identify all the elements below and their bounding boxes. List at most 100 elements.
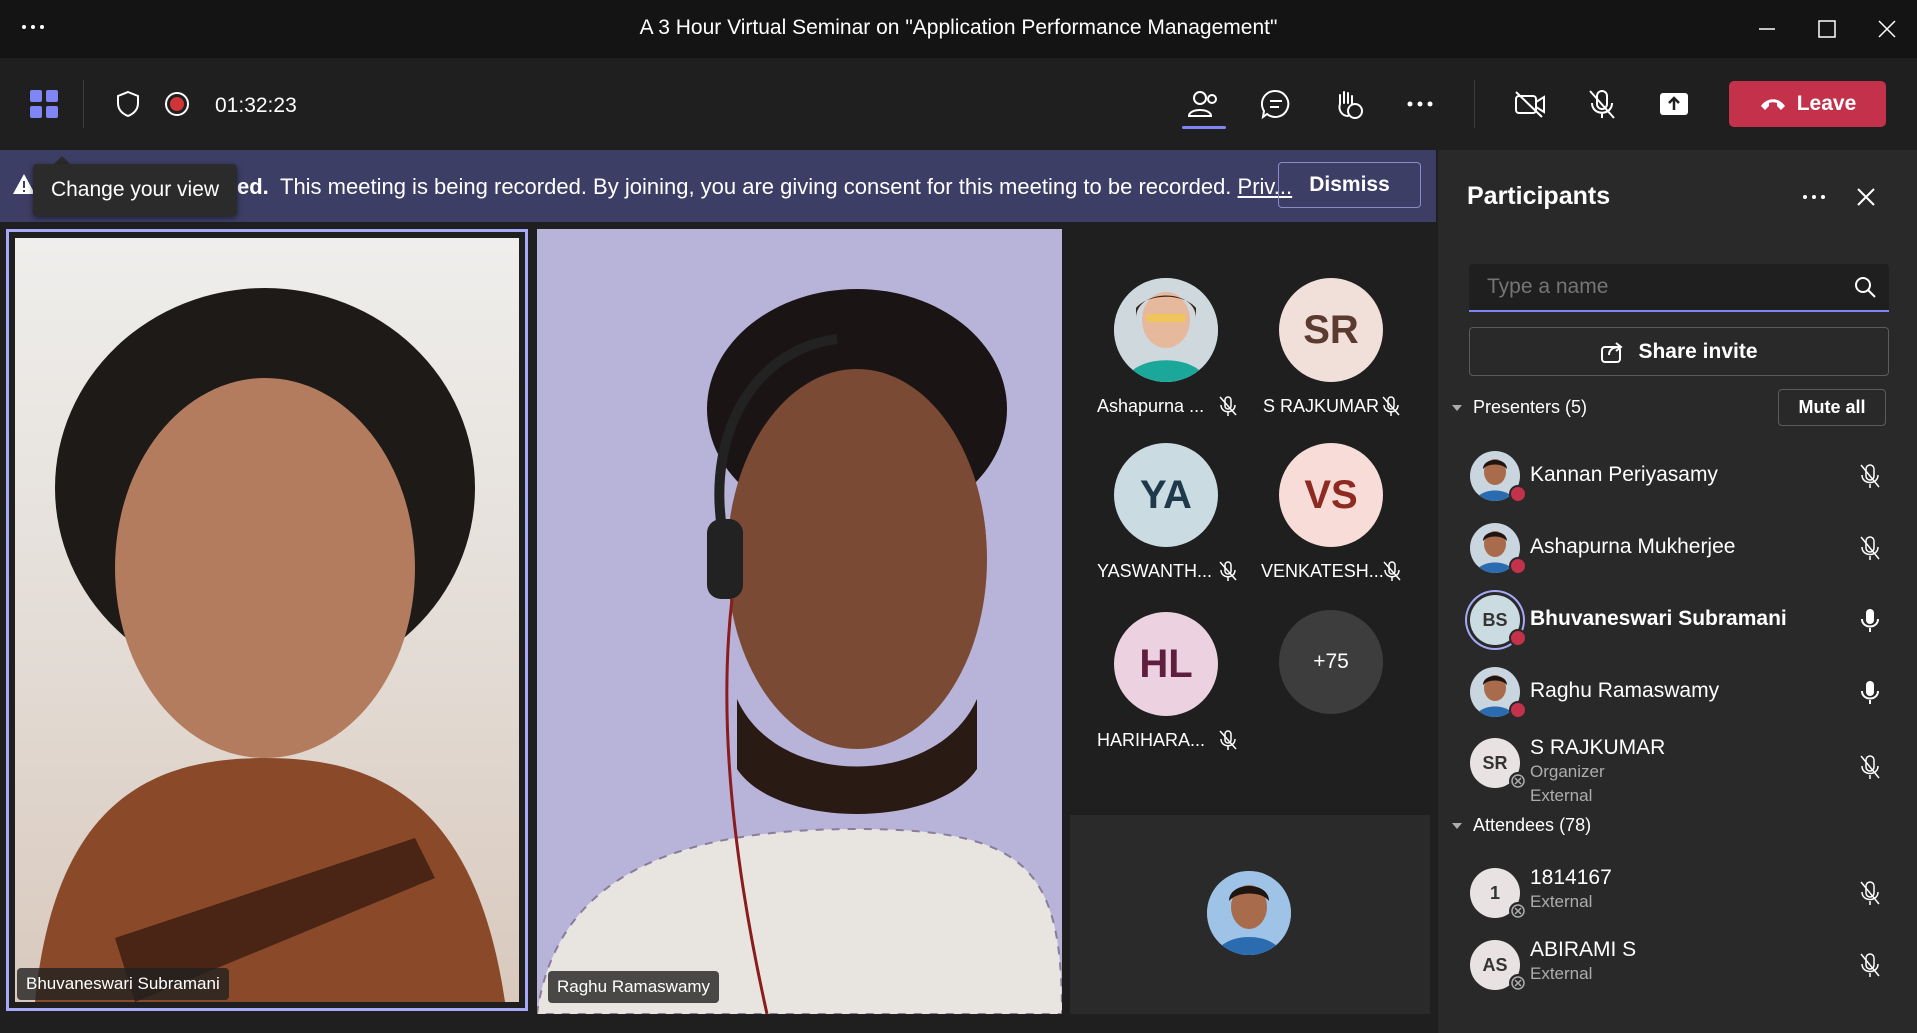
participant-role: External <box>1530 964 1593 983</box>
meeting-security-button[interactable] <box>100 76 156 132</box>
gallery-name: Ashapurna ... <box>1097 396 1205 416</box>
search-icon <box>1855 277 1876 298</box>
mic-off-icon <box>1219 561 1237 581</box>
participant-mic-button[interactable] <box>1858 607 1882 638</box>
mic-off-icon <box>1219 396 1237 416</box>
video-tile-raghu[interactable]: Raghu Ramaswamy <box>537 229 1062 1014</box>
gallery-overflow-button[interactable]: +75 <box>1279 610 1383 714</box>
participant-name: Kannan Periyasamy <box>1530 463 1718 486</box>
close-icon <box>1878 20 1896 38</box>
mic-off-icon <box>1860 881 1880 905</box>
participant-mic-button[interactable] <box>1858 754 1882 785</box>
participant-row[interactable]: AS ABIRAMI S External <box>1438 930 1917 1000</box>
gallery-name: YASWANTH... <box>1097 561 1213 581</box>
gallery-name: HARIHARA... <box>1097 730 1206 750</box>
mic-toggle-button[interactable] <box>1574 76 1630 132</box>
search-input[interactable] <box>1485 274 1839 300</box>
external-status-icon <box>1509 772 1527 790</box>
panel-title: Participants <box>1467 182 1611 210</box>
leave-label: Leave <box>1796 92 1857 115</box>
gallery-avatar-s-rajkumar[interactable]: SR <box>1279 278 1383 382</box>
mic-off-icon <box>1860 464 1880 488</box>
participant-row[interactable]: BS Bhuvaneswari Subramani <box>1438 585 1917 655</box>
leave-button[interactable]: Leave <box>1729 81 1886 127</box>
participant-name: Bhuvaneswari Subramani <box>1530 607 1787 630</box>
gallery-name: VENKATESH... <box>1261 561 1384 581</box>
person-silhouette <box>537 289 1062 1014</box>
camera-toggle-button[interactable] <box>1502 76 1558 132</box>
banner-message-text: This meeting is being recorded. By joini… <box>280 174 1232 199</box>
profile-photo <box>1114 278 1218 382</box>
video-nametag: Bhuvaneswari Subramani <box>17 968 229 1000</box>
participant-row[interactable]: Raghu Ramaswamy <box>1438 657 1917 727</box>
participant-mic-button[interactable] <box>1858 952 1882 983</box>
record-icon <box>165 92 189 116</box>
change-view-button[interactable] <box>16 76 72 132</box>
ellipsis-icon <box>1803 195 1825 199</box>
gallery-avatar-harihara[interactable]: HL <box>1114 612 1218 716</box>
mic-off-icon <box>1383 561 1401 581</box>
people-button[interactable] <box>1176 76 1232 132</box>
share-content-button[interactable] <box>1646 76 1702 132</box>
more-actions-button[interactable] <box>1392 76 1448 132</box>
minimize-button[interactable] <box>1742 10 1792 48</box>
participant-mic-button[interactable] <box>1858 463 1882 494</box>
toolbar-divider <box>83 80 84 128</box>
presence-status-icon <box>1509 701 1527 719</box>
presenters-label: Presenters (5) <box>1473 397 1588 417</box>
participant-initials: AS <box>1482 954 1508 975</box>
self-view-avatar <box>1207 871 1291 955</box>
banner-prefix: ed. <box>237 174 269 199</box>
gallery-avatar-ashapurna[interactable] <box>1114 278 1218 382</box>
maximize-icon <box>1818 20 1836 38</box>
participant-row[interactable]: 1 1814167 External <box>1438 858 1917 928</box>
mic-off-icon <box>1219 730 1237 750</box>
toolbar-divider <box>1474 80 1475 128</box>
participant-row[interactable]: Kannan Periyasamy <box>1438 441 1917 511</box>
chat-icon <box>1260 89 1290 120</box>
ellipsis-icon <box>1407 101 1433 107</box>
chat-button[interactable] <box>1248 76 1304 132</box>
camera-off-icon <box>1515 91 1545 118</box>
panel-close-button[interactable] <box>1852 183 1880 216</box>
participant-row[interactable]: Ashapurna Mukherjee <box>1438 513 1917 583</box>
panel-more-button[interactable] <box>1800 183 1828 216</box>
mic-off-icon <box>1860 755 1880 779</box>
chevron-down-icon <box>1452 404 1462 411</box>
participant-name: 1814167 <box>1530 866 1612 889</box>
share-invite-button[interactable]: Share invite <box>1469 327 1889 376</box>
participant-role: Organizer <box>1530 762 1605 781</box>
tooltip-arrow <box>54 156 70 164</box>
participant-name: S RAJKUMAR <box>1530 736 1666 759</box>
video-tile-bhuvaneswari[interactable]: Bhuvaneswari Subramani <box>6 229 528 1011</box>
participant-name: Raghu Ramaswamy <box>1530 679 1720 702</box>
participant-mic-button[interactable] <box>1858 535 1882 566</box>
participant-row[interactable]: SR S RAJKUMAR Organizer External <box>1438 728 1917 805</box>
change-view-tooltip: Change your view <box>33 164 237 216</box>
participant-mic-button[interactable] <box>1858 880 1882 911</box>
reactions-button[interactable] <box>1320 76 1376 132</box>
gallery-avatar-yaswanth[interactable]: YA <box>1114 443 1218 547</box>
minimize-icon <box>1759 28 1775 30</box>
grid-view-icon <box>30 90 58 118</box>
attendees-section-toggle[interactable]: Attendees (78) <box>1451 815 1591 836</box>
participant-mic-button[interactable] <box>1858 679 1882 710</box>
banner-message: This meeting is being recorded. By joini… <box>280 174 1292 200</box>
mute-all-button[interactable]: Mute all <box>1778 389 1886 426</box>
presence-status-icon <box>1509 557 1527 575</box>
close-icon <box>1857 188 1875 206</box>
dismiss-button[interactable]: Dismiss <box>1278 162 1421 208</box>
share-invite-label: Share invite <box>1638 339 1758 363</box>
participant-search[interactable] <box>1469 264 1889 312</box>
participant-name: Ashapurna Mukherjee <box>1530 535 1736 558</box>
close-window-button[interactable] <box>1862 10 1912 48</box>
participant-name: ABIRAMI S <box>1530 938 1637 961</box>
meeting-timer: 01:32:23 <box>215 94 297 117</box>
gallery-name: S RAJKUMAR <box>1263 396 1380 416</box>
presenters-section-toggle[interactable]: Presenters (5) <box>1451 397 1587 418</box>
mic-off-icon <box>1589 90 1615 119</box>
gallery-avatar-venkatesh[interactable]: VS <box>1279 443 1383 547</box>
share-icon <box>1601 341 1624 363</box>
profile-photo <box>1207 871 1291 955</box>
maximize-button[interactable] <box>1802 10 1852 48</box>
